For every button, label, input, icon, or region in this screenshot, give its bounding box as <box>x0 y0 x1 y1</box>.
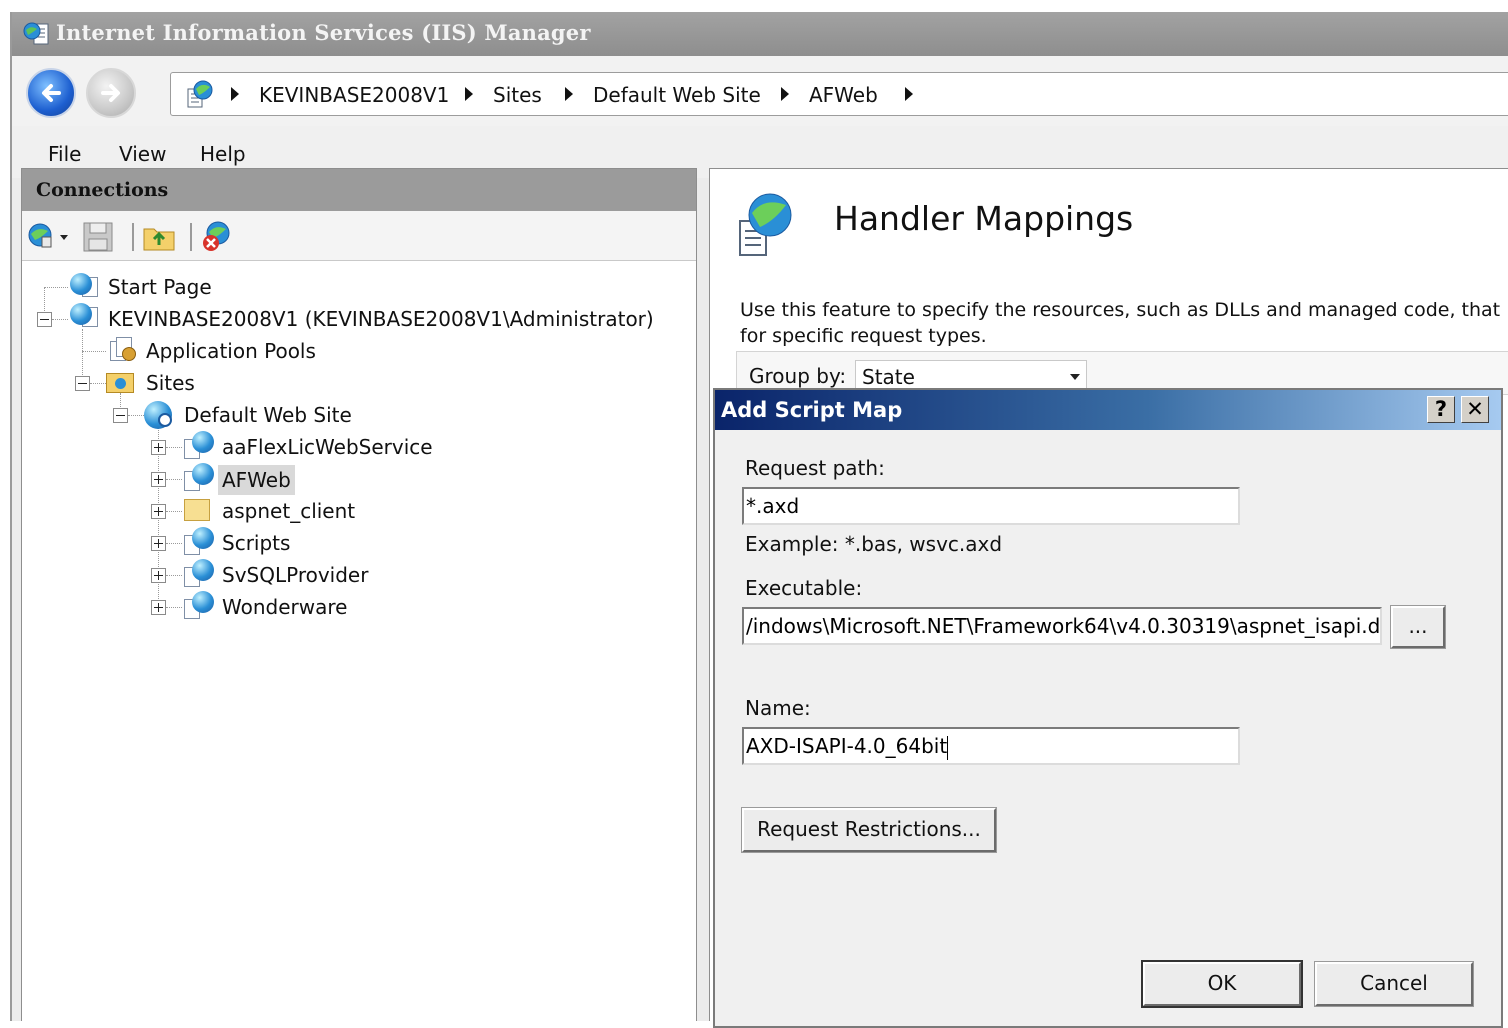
dialog-title-bar: Add Script Map ? ✕ <box>715 390 1501 430</box>
browse-button[interactable]: ... <box>1390 605 1446 649</box>
feature-description-line: Use this feature to specify the resource… <box>740 299 1501 321</box>
collapse-icon[interactable] <box>113 408 128 423</box>
menu-file[interactable]: File <box>48 142 81 166</box>
handler-mappings-icon <box>739 193 792 256</box>
tree-server[interactable]: KEVINBASE2008V1 (KEVINBASE2008V1\Adminis… <box>108 307 654 331</box>
page-title: Handler Mappings <box>834 199 1134 238</box>
web-app-icon <box>182 463 214 493</box>
server-icon <box>68 303 102 331</box>
save-icon[interactable] <box>82 221 116 253</box>
sites-folder-icon <box>106 367 136 395</box>
example-text: Example: *.bas, wsvc.axd <box>745 532 1003 556</box>
title-bar: Internet Information Services (IIS) Mana… <box>12 12 1508 56</box>
text-caret <box>947 735 949 760</box>
tree-item-afweb-selected[interactable]: AFWeb <box>218 465 295 495</box>
folder-icon <box>182 495 214 525</box>
breadcrumb-default-web-site[interactable]: Default Web Site <box>593 83 761 107</box>
expand-icon[interactable] <box>151 472 166 487</box>
disconnect-icon[interactable] <box>200 219 236 253</box>
breadcrumb-separator-icon <box>781 87 789 101</box>
web-app-icon <box>182 559 214 589</box>
menu-view[interactable]: View <box>119 142 166 166</box>
toolbar-separator <box>132 223 134 251</box>
web-app-icon <box>182 591 214 621</box>
application-pools-icon <box>106 335 140 365</box>
back-button[interactable] <box>26 68 76 118</box>
name-label: Name: <box>745 696 811 720</box>
connections-header: Connections <box>22 169 696 211</box>
cancel-button[interactable]: Cancel <box>1314 961 1474 1007</box>
expand-icon[interactable] <box>151 440 166 455</box>
name-input[interactable]: AXD-ISAPI-4.0_64bit <box>742 727 1240 765</box>
collapse-icon[interactable] <box>75 376 90 391</box>
start-page-icon <box>68 273 102 301</box>
feature-description-line: for specific request types. <box>740 325 987 347</box>
arrow-left-icon <box>42 84 61 102</box>
window-title: Internet Information Services (IIS) Mana… <box>56 20 591 45</box>
collapse-icon[interactable] <box>37 312 52 327</box>
tree-application-pools[interactable]: Application Pools <box>146 339 316 363</box>
tree-start-page[interactable]: Start Page <box>108 275 212 299</box>
breadcrumb-separator-icon <box>231 87 239 101</box>
connections-toolbar <box>22 211 696 261</box>
breadcrumb-separator-icon <box>565 87 573 101</box>
ok-button[interactable]: OK <box>1141 960 1303 1008</box>
expand-icon[interactable] <box>151 504 166 519</box>
request-path-label: Request path: <box>745 456 885 480</box>
breadcrumb-separator-icon <box>905 87 913 101</box>
expand-icon[interactable] <box>151 600 166 615</box>
help-button[interactable]: ? <box>1427 396 1455 423</box>
web-app-icon <box>182 431 214 461</box>
name-input-value: AXD-ISAPI-4.0_64bit <box>746 734 948 758</box>
arrow-right-icon <box>101 84 120 102</box>
group-by-select[interactable]: State <box>855 360 1087 390</box>
tree-item-scripts[interactable]: Scripts <box>222 531 290 555</box>
executable-label: Executable: <box>745 576 863 600</box>
request-restrictions-button[interactable]: Request Restrictions... <box>741 807 997 853</box>
menu-help[interactable]: Help <box>200 142 246 166</box>
tree-default-web-site[interactable]: Default Web Site <box>184 403 352 427</box>
tree-item-aaflexlicwebservice[interactable]: aaFlexLicWebService <box>222 435 433 459</box>
breadcrumb-sites[interactable]: Sites <box>493 83 542 107</box>
toolbar-separator <box>190 223 192 251</box>
tree-sites[interactable]: Sites <box>146 371 195 395</box>
tree-item-aspnet-client[interactable]: aspnet_client <box>222 499 355 523</box>
group-by-label: Group by: <box>749 364 847 388</box>
add-script-map-dialog: Add Script Map ? ✕ Request path: *.axd E… <box>713 388 1503 1028</box>
close-button[interactable]: ✕ <box>1461 396 1489 423</box>
expand-icon[interactable] <box>151 536 166 551</box>
breadcrumb-separator-icon <box>465 87 473 101</box>
web-app-icon <box>182 527 214 557</box>
default-web-site-icon <box>144 399 176 429</box>
navigation-bar: KEVINBASE2008V1 Sites Default Web Site A… <box>12 56 1508 126</box>
breadcrumb-server[interactable]: KEVINBASE2008V1 <box>259 83 449 107</box>
up-folder-icon[interactable] <box>142 221 178 253</box>
breadcrumb-afweb[interactable]: AFWeb <box>809 83 878 107</box>
iis-app-icon <box>23 22 49 45</box>
dialog-title: Add Script Map <box>721 398 903 422</box>
expand-icon[interactable] <box>151 568 166 583</box>
connections-title: Connections <box>36 179 169 201</box>
group-by-value: State <box>862 365 915 389</box>
address-bar[interactable]: KEVINBASE2008V1 Sites Default Web Site A… <box>170 72 1508 116</box>
tree-item-wonderware[interactable]: Wonderware <box>222 595 347 619</box>
request-path-input[interactable]: *.axd <box>742 487 1240 525</box>
connect-globe-icon[interactable] <box>26 221 72 251</box>
site-globe-icon <box>187 80 213 108</box>
feature-description: Use this feature to specify the resource… <box>740 297 1508 349</box>
forward-button[interactable] <box>86 68 136 118</box>
connections-pane: Connections Start Page KEVINBASE2008V1 (… <box>21 168 697 1021</box>
executable-input[interactable]: /indows\Microsoft.NET\Framework64\v4.0.3… <box>742 607 1382 645</box>
tree-item-svsqlprovider[interactable]: SvSQLProvider <box>222 563 368 587</box>
chevron-down-icon <box>1070 374 1080 380</box>
